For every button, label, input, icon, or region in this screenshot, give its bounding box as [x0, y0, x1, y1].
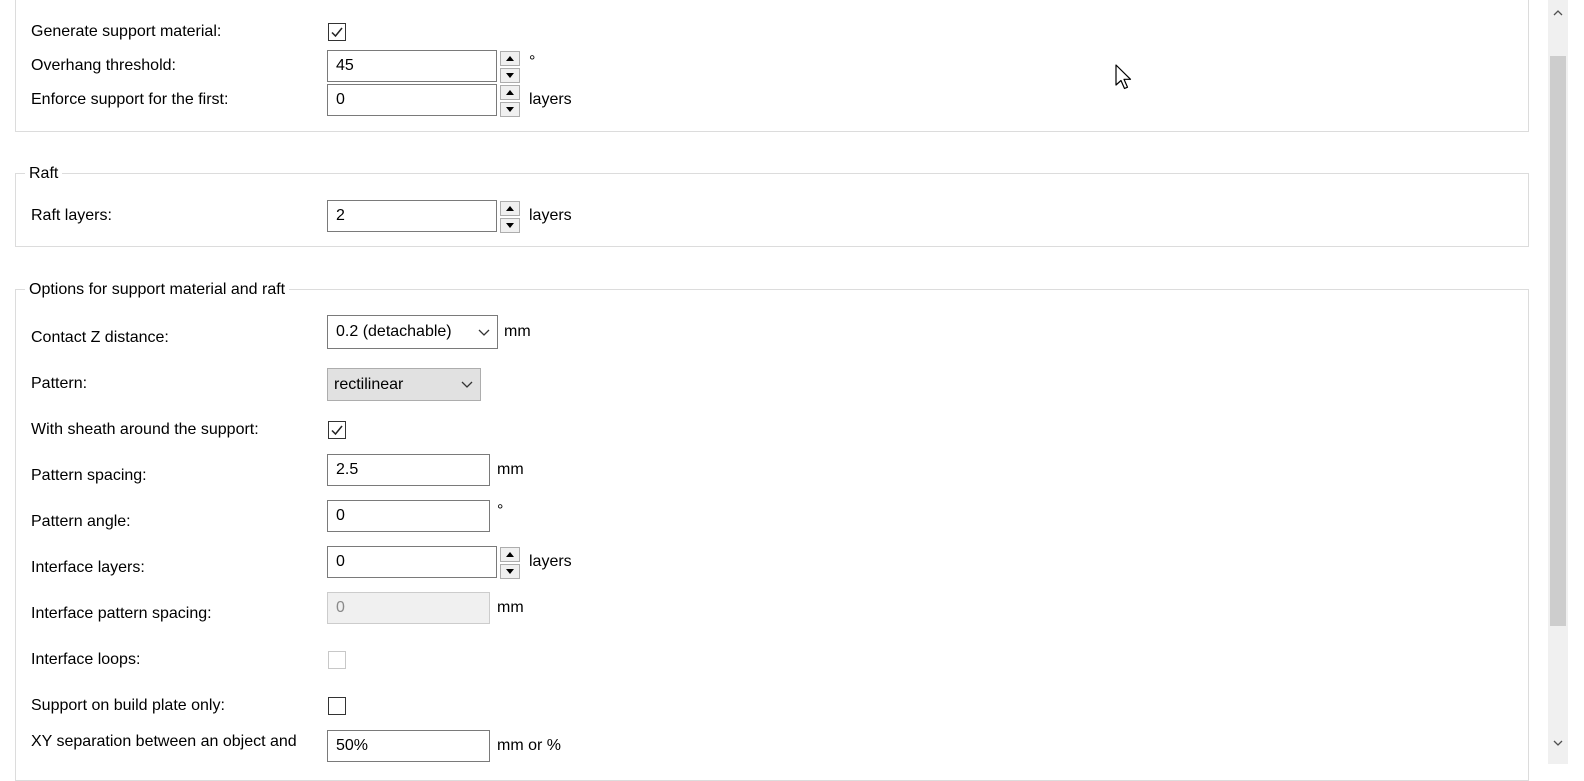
- scroll-up-button[interactable]: [1548, 2, 1568, 24]
- enforce-support-unit: layers: [529, 91, 572, 108]
- support-material-group: [15, 0, 1529, 132]
- chevron-up-icon: [1553, 10, 1563, 16]
- contact-z-combobox[interactable]: 0.2 (detachable): [327, 315, 498, 349]
- enforce-support-input[interactable]: [327, 84, 497, 116]
- raft-group-title: Raft: [25, 164, 63, 184]
- raft-layers-input[interactable]: [327, 200, 497, 232]
- interface-layers-unit: layers: [529, 553, 572, 570]
- spin-up-button[interactable]: [500, 201, 520, 216]
- chevron-down-icon: [454, 381, 480, 388]
- contact-z-unit: mm: [504, 323, 531, 340]
- sheath-label: With sheath around the support:: [31, 421, 259, 438]
- generate-support-checkbox[interactable]: [328, 23, 346, 41]
- triangle-up-icon: [506, 56, 514, 61]
- pattern-spacing-unit: mm: [497, 461, 524, 478]
- build-plate-only-checkbox[interactable]: [328, 697, 346, 715]
- check-icon: [331, 27, 343, 38]
- pattern-value: rectilinear: [334, 375, 404, 393]
- xy-separation-unit: mm or %: [497, 737, 561, 754]
- raft-layers-unit: layers: [529, 207, 572, 224]
- vertical-scrollbar[interactable]: [1548, 0, 1568, 764]
- overhang-threshold-input[interactable]: [327, 50, 497, 82]
- pattern-angle-unit: °: [497, 502, 504, 519]
- mouse-pointer-icon: [1115, 64, 1132, 90]
- scroll-thumb[interactable]: [1550, 56, 1566, 626]
- overhang-threshold-unit: °: [529, 53, 536, 70]
- spin-down-button[interactable]: [500, 102, 520, 117]
- generate-support-label: Generate support material:: [31, 23, 222, 40]
- overhang-threshold-label: Overhang threshold:: [31, 57, 176, 74]
- build-plate-only-label: Support on build plate only:: [31, 697, 225, 714]
- spin-down-button[interactable]: [500, 68, 520, 83]
- xy-separation-input[interactable]: [327, 730, 490, 762]
- triangle-down-icon: [506, 73, 514, 78]
- triangle-up-icon: [506, 206, 514, 211]
- interface-layers-input[interactable]: [327, 546, 497, 578]
- enforce-support-label: Enforce support for the first:: [31, 91, 229, 108]
- triangle-down-icon: [506, 569, 514, 574]
- pattern-label: Pattern:: [31, 375, 88, 392]
- spin-up-button[interactable]: [500, 85, 520, 100]
- pattern-angle-label: Pattern angle:: [31, 513, 131, 530]
- interface-loops-label: Interface loops:: [31, 651, 141, 668]
- spin-down-button[interactable]: [500, 218, 520, 233]
- interface-loops-checkbox[interactable]: [328, 651, 346, 669]
- triangle-up-icon: [506, 90, 514, 95]
- interface-layers-label: Interface layers:: [31, 559, 145, 576]
- contact-z-label: Contact Z distance:: [31, 329, 169, 346]
- interface-spacing-input[interactable]: [327, 592, 490, 624]
- options-group: [15, 289, 1529, 781]
- pattern-dropdown[interactable]: rectilinear: [327, 368, 481, 401]
- pattern-angle-input[interactable]: [327, 500, 490, 532]
- raft-layers-label: Raft layers:: [31, 207, 112, 224]
- triangle-down-icon: [506, 223, 514, 228]
- pattern-spacing-label: Pattern spacing:: [31, 467, 147, 484]
- spin-up-button[interactable]: [500, 51, 520, 66]
- check-icon: [331, 425, 343, 436]
- triangle-down-icon: [506, 107, 514, 112]
- chevron-down-icon: [471, 329, 497, 336]
- scroll-down-button[interactable]: [1548, 732, 1568, 754]
- sheath-checkbox[interactable]: [328, 421, 346, 439]
- contact-z-value: 0.2 (detachable): [336, 323, 452, 340]
- pattern-spacing-input[interactable]: [327, 454, 490, 486]
- spin-up-button[interactable]: [500, 547, 520, 562]
- spin-down-button[interactable]: [500, 564, 520, 579]
- xy-separation-label: XY separation between an object and: [31, 733, 297, 750]
- options-group-title: Options for support material and raft: [25, 280, 290, 300]
- interface-spacing-label: Interface pattern spacing:: [31, 605, 212, 622]
- interface-spacing-unit: mm: [497, 599, 524, 616]
- raft-group: [15, 173, 1529, 247]
- chevron-down-icon: [1553, 740, 1563, 746]
- triangle-up-icon: [506, 552, 514, 557]
